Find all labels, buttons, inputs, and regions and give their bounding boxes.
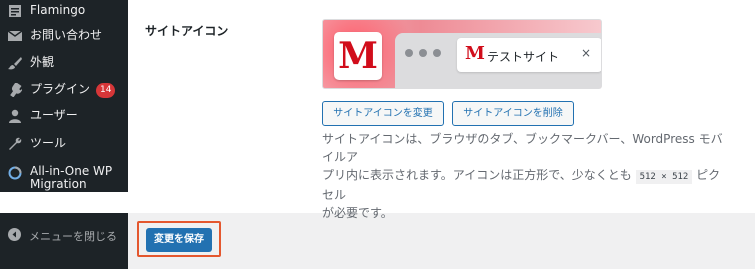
paintbrush-icon bbox=[7, 55, 23, 71]
browser-preview: M テストサイト × bbox=[395, 33, 601, 88]
sidebar-item-label: All-in-One WP bbox=[30, 164, 113, 178]
remove-site-icon-button[interactable]: サイトアイコンを削除 bbox=[452, 101, 574, 126]
sidebar-item-plugins[interactable]: プラグイン 14 bbox=[0, 82, 128, 100]
sidebar-item-users[interactable]: ユーザー bbox=[0, 108, 128, 126]
sidebar-gap bbox=[0, 192, 128, 213]
sidebar-item-appearance[interactable]: 外観 bbox=[0, 55, 128, 73]
collapse-arrow-icon bbox=[8, 228, 21, 241]
sidebar-item-label: ユーザー bbox=[30, 108, 78, 122]
browser-tab-preview: M テストサイト × bbox=[457, 38, 601, 72]
site-logo-icon: M bbox=[338, 35, 378, 77]
site-icon-preview: M M テストサイト × bbox=[322, 19, 602, 89]
sidebar-item-label: 外観 bbox=[30, 55, 55, 69]
wrench-icon bbox=[7, 136, 23, 152]
tab-close-icon: × bbox=[581, 46, 592, 60]
sidebar-item-tools[interactable]: ツール bbox=[0, 136, 128, 154]
sidebar-item-label: プラグイン bbox=[30, 82, 91, 96]
window-dot-icon bbox=[419, 49, 427, 57]
tab-title: テストサイト bbox=[487, 50, 560, 64]
user-icon bbox=[7, 108, 23, 124]
collapse-menu-button[interactable]: メニューを閉じる bbox=[0, 213, 128, 269]
mail-icon bbox=[7, 28, 23, 44]
sidebar-item-label: お問い合わせ bbox=[30, 28, 103, 42]
window-dot-icon bbox=[405, 49, 413, 57]
favicon-icon: M bbox=[465, 43, 485, 64]
update-count-badge: 14 bbox=[96, 83, 116, 98]
change-site-icon-button[interactable]: サイトアイコンを変更 bbox=[322, 101, 444, 126]
window-dot-icon bbox=[433, 49, 441, 57]
migration-icon bbox=[7, 165, 23, 181]
sidebar-item-label: Flamingo bbox=[30, 3, 86, 17]
size-code: 512 × 512 bbox=[635, 170, 693, 184]
site-icon-label: サイトアイコン bbox=[145, 24, 229, 38]
app-icon-preview: M bbox=[334, 32, 382, 80]
plugin-icon bbox=[7, 82, 23, 98]
sidebar-item-label: ツール bbox=[30, 136, 67, 150]
sidebar-item-flamingo[interactable]: Flamingo bbox=[0, 3, 128, 21]
save-changes-button[interactable]: 変更を保存 bbox=[146, 228, 212, 252]
sidebar-item-label-line2: Migration bbox=[30, 177, 87, 191]
sidebar-item-contact[interactable]: お問い合わせ bbox=[0, 28, 128, 46]
flamingo-icon bbox=[7, 3, 23, 19]
site-icon-description: サイトアイコンは、ブラウザのタブ、ブックマークバー、WordPress モバイル… bbox=[322, 132, 723, 220]
collapse-label: メニューを閉じる bbox=[29, 230, 117, 243]
sidebar-item-migration[interactable]: All-in-One WP Migration bbox=[0, 165, 128, 193]
